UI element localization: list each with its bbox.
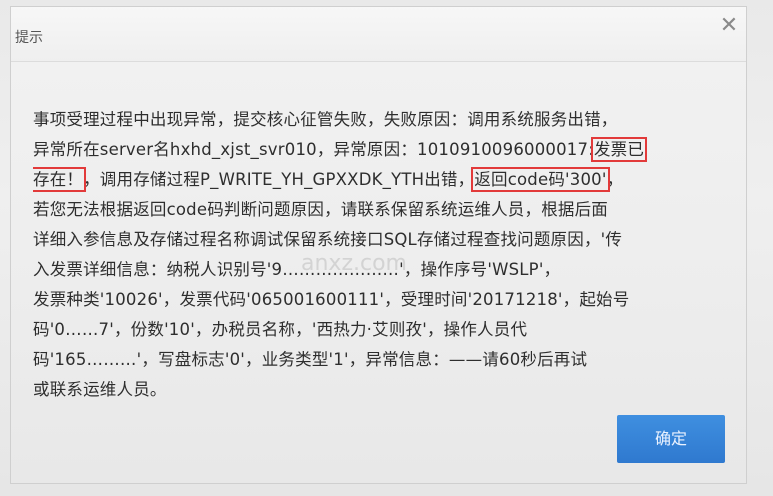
close-icon[interactable]: ✕: [718, 15, 740, 37]
error-message: 事项受理过程中出现异常，提交核心征管失败，失败原因：调用系统服务出错， 异常所在…: [33, 105, 723, 405]
highlight-invoice-exists-cont: 存在！: [33, 167, 87, 192]
ok-button[interactable]: 确定: [617, 415, 725, 463]
highlight-invoice-exists: 发票已: [590, 137, 648, 162]
message-line: 或联系运维人员。: [33, 380, 167, 399]
message-line: 异常所在server名hxhd_xjst_svr010，异常原因：1010910…: [33, 135, 723, 165]
message-line: 若您无法根据返回code码判断问题原因，请联系保留系统运维人员，根据后面: [33, 200, 608, 219]
dialog-titlebar: 提示 ✕: [11, 7, 746, 62]
message-line: 码'165………'，写盘标志'0'，业务类型'1'，异常信息：——请60秒后再试: [33, 350, 588, 369]
message-line: 存在！，调用存储过程P_WRITE_YH_GPXXDK_YTH出错，返回code…: [33, 165, 723, 195]
message-line: 发票种类'10026'，发票代码'065001600111'，受理时间'2017…: [33, 290, 630, 309]
message-text: 异常所在server名hxhd_xjst_svr010，异常原因：1010910…: [33, 140, 594, 159]
dialog-title: 提示: [15, 30, 43, 46]
message-line: 详细入参信息及存储过程名称调试保留系统接口SQL存储过程查找问题原因，'传: [33, 230, 623, 249]
message-text: ，调用存储过程P_WRITE_YH_GPXXDK_YTH出错，: [83, 170, 475, 189]
screenshot-photo: 提示 ✕ 事项受理过程中出现异常，提交核心征管失败，失败原因：调用系统服务出错，…: [0, 0, 773, 496]
highlight-return-code: 返回code码'300': [471, 167, 610, 192]
message-line: 事项受理过程中出现异常，提交核心征管失败，失败原因：调用系统服务出错，: [33, 110, 618, 129]
message-line: 码'0……7'，份数'10'，办税员名称，'西热力·艾则孜'，操作人员代: [33, 320, 528, 339]
prompt-dialog: 提示 ✕ 事项受理过程中出现异常，提交核心征管失败，失败原因：调用系统服务出错，…: [10, 6, 747, 484]
message-text: ，: [606, 170, 624, 189]
message-line: 入发票详细信息：纳税人识别号'9…………………'，操作序号'WSLP'，: [33, 260, 561, 279]
